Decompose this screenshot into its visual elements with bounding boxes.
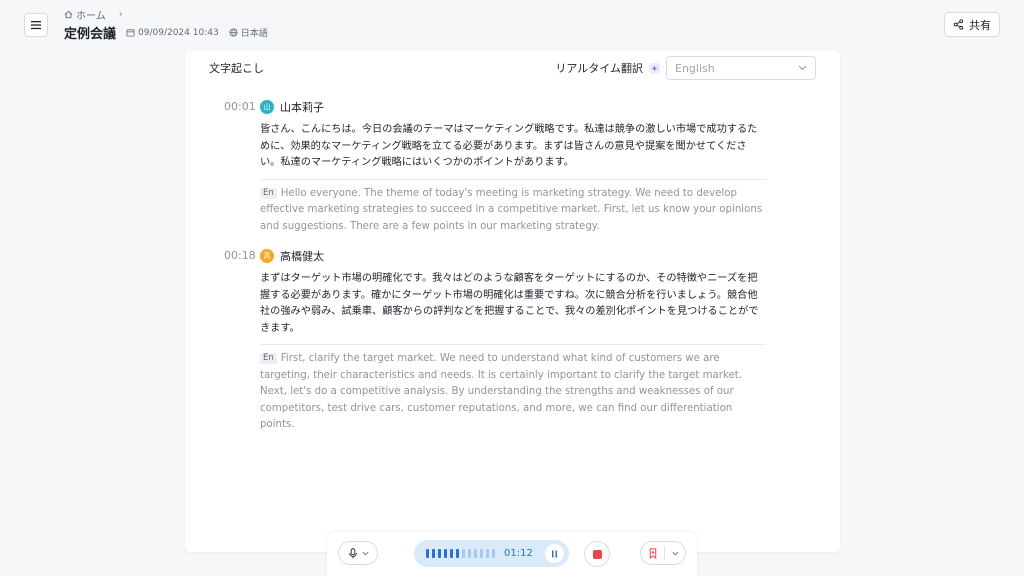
realtime-translation-control: リアルタイム翻訳 English <box>555 56 816 80</box>
level-bar <box>450 549 453 558</box>
pause-button[interactable] <box>545 544 564 563</box>
recording-status: 01:12 <box>414 540 569 567</box>
hamburger-icon <box>31 21 41 30</box>
chevron-right-icon: › <box>118 9 123 20</box>
translation-text: Hello everyone. The theme of today's mee… <box>260 187 763 232</box>
translation-text: First, clarify the target market. We nee… <box>260 353 742 430</box>
transcript-card: 文字起こし リアルタイム翻訳 English 00:01 山 山本莉子 皆さん、… <box>185 50 840 552</box>
language-tag: En <box>260 353 277 364</box>
speaker-name: 高橋健太 <box>280 250 324 263</box>
speaker: 高 高橋健太 <box>260 249 766 263</box>
level-bar <box>486 549 489 558</box>
microphone-icon <box>348 547 357 558</box>
meeting-date: 09/09/2024 10:43 <box>126 28 219 38</box>
speaker-name: 山本莉子 <box>280 101 324 114</box>
chevron-down-icon <box>798 65 807 71</box>
transcript-text: 皆さん、こんにちは。今日の会議のテーマはマーケティング戦略です。私達は競争の激し… <box>260 124 758 168</box>
home-icon <box>64 10 73 19</box>
sparkle-icon <box>649 62 660 74</box>
page-title: 定例会議 <box>64 27 117 42</box>
level-bar <box>462 549 465 558</box>
menu-button[interactable] <box>24 13 48 37</box>
meeting-language-text: 日本語 <box>240 29 268 39</box>
calendar-icon <box>126 29 135 37</box>
entry-body: 高 高橋健太 まずはターゲット市場の明確化です。我々はどのような顧客をターゲット… <box>260 249 766 434</box>
bookmark-icon <box>649 547 656 559</box>
recording-elapsed-time: 01:12 <box>504 548 533 559</box>
level-bar <box>474 549 477 558</box>
bookmark-button[interactable] <box>641 542 664 564</box>
meeting-date-text: 09/09/2024 10:43 <box>138 27 219 38</box>
entry-body: 山 山本莉子 皆さん、こんにちは。今日の会議のテーマはマーケティング戦略です。私… <box>260 100 766 235</box>
globe-icon <box>229 28 238 37</box>
share-label: 共有 <box>969 18 991 32</box>
audio-level-meter <box>426 549 495 558</box>
bookmark-control <box>640 541 686 565</box>
divider <box>260 344 766 345</box>
speaker: 山 山本莉子 <box>260 100 766 114</box>
share-icon <box>953 19 964 30</box>
language-tag: En <box>260 187 277 199</box>
target-language-select[interactable]: English <box>666 56 816 80</box>
speaker-avatar: 高 <box>260 249 274 263</box>
transcript-text: まずはターゲット市場の明確化です。我々はどのような顧客をターゲットにするのか、そ… <box>260 273 759 334</box>
speaker-avatar: 山 <box>260 100 274 114</box>
level-bar <box>438 549 441 558</box>
chevron-down-icon <box>362 551 368 555</box>
divider <box>260 178 766 180</box>
stop-icon <box>592 549 602 559</box>
level-bar <box>426 549 429 558</box>
translation-block: En Hello everyone. The theme of today's m… <box>260 186 766 236</box>
translation-block: En First, clarify the target market. We n… <box>260 351 766 434</box>
chevron-down-icon <box>672 551 679 555</box>
level-bar <box>444 549 447 558</box>
level-bar <box>432 549 435 558</box>
translation-label: リアルタイム翻訳 <box>555 62 643 75</box>
bookmark-options-dropdown[interactable] <box>665 542 685 564</box>
recording-toolbar: 01:12 <box>327 532 697 576</box>
level-bar <box>456 549 459 558</box>
microphone-button[interactable] <box>338 541 378 565</box>
card-header: 文字起こし リアルタイム翻訳 English <box>209 56 816 80</box>
breadcrumb-home-link[interactable]: ホーム <box>76 7 106 22</box>
section-title: 文字起こし <box>209 62 264 75</box>
target-language-value: English <box>675 61 715 75</box>
pause-icon <box>552 550 557 557</box>
meeting-language: 日本語 <box>229 26 268 39</box>
stop-button[interactable] <box>584 541 610 567</box>
entry-timestamp[interactable]: 00:18 <box>224 249 256 262</box>
level-bar <box>492 549 495 558</box>
level-bar <box>468 549 471 558</box>
title-row: 定例会議 09/09/2024 10:43 日本語 <box>64 23 268 42</box>
level-bar <box>480 549 483 558</box>
entry-timestamp[interactable]: 00:01 <box>224 100 256 113</box>
share-button[interactable]: 共有 <box>944 12 1000 37</box>
breadcrumb: ホーム › <box>64 7 123 22</box>
